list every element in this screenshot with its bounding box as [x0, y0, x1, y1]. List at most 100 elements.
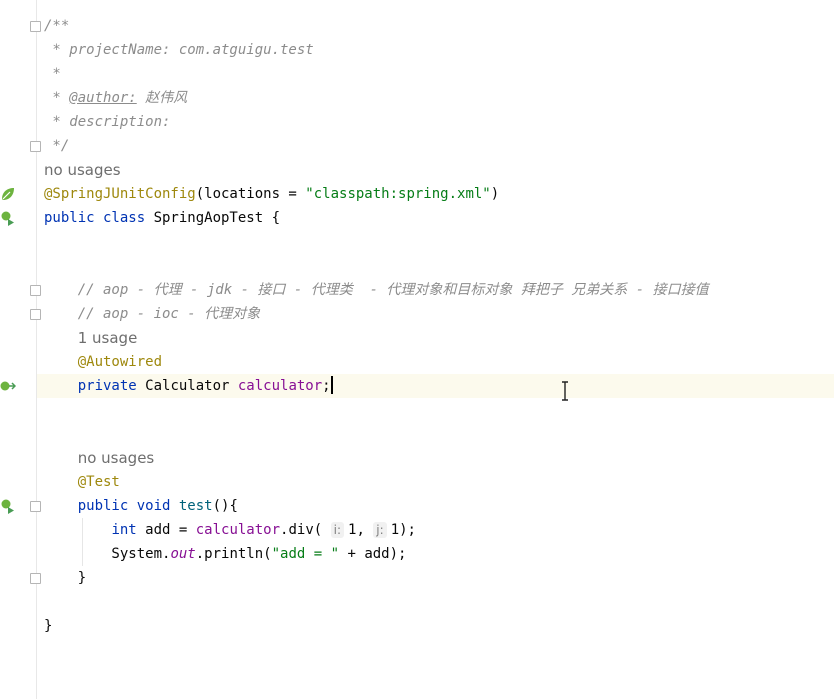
code-line-content: * description:: [44, 110, 170, 134]
code-token: }: [44, 618, 53, 634]
code-line-content: private Calculator calculator;: [44, 374, 333, 398]
code-token: private: [77, 378, 146, 394]
code-line[interactable]: * description:: [37, 110, 834, 134]
code-token: add =: [145, 522, 196, 538]
code-token: 1: [390, 522, 400, 538]
code-line[interactable]: System.out.println("add = " + add);: [37, 542, 834, 566]
code-line-content: public class SpringAopTest {: [44, 206, 280, 230]
code-line-content: no usages: [44, 158, 121, 183]
code-token: @Test: [77, 474, 120, 490]
code-line-content: // aop - 代理 - jdk - 接口 - 代理类 - 代理对象和目标对象…: [44, 278, 709, 302]
code-token: calculator: [195, 522, 281, 538]
code-line[interactable]: public void test(){: [37, 494, 834, 518]
code-token: calculator: [237, 378, 323, 394]
fold-marker-icon[interactable]: [30, 141, 41, 152]
autowired-bean-icon[interactable]: [0, 378, 17, 394]
code-line[interactable]: // aop - 代理 - jdk - 接口 - 代理类 - 代理对象和目标对象…: [37, 278, 834, 302]
code-line-content: 1 usage: [44, 326, 138, 351]
code-token: * projectName: com.atguigu.test: [44, 42, 314, 58]
code-line-content: System.out.println("add = " + add);: [44, 542, 406, 566]
text-caret: [330, 376, 333, 394]
code-token: *: [44, 90, 70, 106]
code-token: // aop - 代理 - jdk - 接口 - 代理类 - 代理对象和目标对象…: [44, 282, 709, 298]
code-line[interactable]: /**: [37, 14, 834, 38]
parameter-name-hint: i:: [330, 522, 344, 538]
code-token: (locations =: [195, 186, 306, 202]
fold-marker-icon[interactable]: [30, 21, 41, 32]
code-token: "add = ": [271, 546, 340, 562]
code-line[interactable]: [37, 254, 834, 278]
code-line-content: int add = calculator.div( i: 1, j: 1);: [44, 518, 416, 542]
run-test-class-icon[interactable]: [0, 210, 16, 226]
code-token: test: [178, 498, 213, 514]
code-token: int: [111, 522, 146, 538]
indent-guide: [81, 518, 83, 566]
fold-marker-icon[interactable]: [30, 309, 41, 320]
code-line[interactable]: }: [37, 614, 834, 638]
code-line[interactable]: *: [37, 62, 834, 86]
code-line[interactable]: */: [37, 134, 834, 158]
code-line[interactable]: no usages: [37, 158, 834, 182]
code-token: );: [399, 522, 416, 538]
code-line[interactable]: [37, 398, 834, 422]
code-line-content: @Autowired: [44, 350, 162, 374]
code-line-content: }: [44, 614, 52, 638]
code-line[interactable]: @Autowired: [37, 350, 834, 374]
editor-gutter[interactable]: [0, 0, 37, 699]
code-line[interactable]: @SpringJUnitConfig(locations = "classpat…: [37, 182, 834, 206]
code-line-content: * @author: 赵伟风: [44, 86, 187, 110]
code-token: Calculator: [145, 378, 238, 394]
code-line[interactable]: int add = calculator.div( i: 1, j: 1);: [37, 518, 834, 542]
code-line[interactable]: * projectName: com.atguigu.test: [37, 38, 834, 62]
code-line-content: * projectName: com.atguigu.test: [44, 38, 314, 62]
code-token: ;: [322, 378, 331, 394]
code-token: .div(: [280, 522, 331, 538]
code-token: .println(: [195, 546, 272, 562]
code-token: @author:: [69, 90, 137, 106]
code-token: */: [44, 138, 70, 154]
code-token: 赵伟风: [136, 90, 188, 106]
code-line[interactable]: no usages: [37, 446, 834, 470]
code-token: System.: [44, 546, 171, 562]
fold-marker-icon[interactable]: [30, 501, 41, 512]
code-line-content: @Test: [44, 470, 120, 494]
code-line-content: *: [44, 62, 61, 86]
code-line-content: */: [44, 134, 69, 158]
usages-inlay-hint[interactable]: 1 usage: [78, 329, 138, 347]
fold-marker-icon[interactable]: [30, 573, 41, 584]
code-token: *: [44, 66, 61, 82]
spring-bean-icon[interactable]: [0, 186, 16, 202]
usages-inlay-hint[interactable]: no usages: [44, 161, 121, 179]
code-editor[interactable]: /** * projectName: com.atguigu.test * * …: [37, 0, 834, 699]
code-token: ): [490, 186, 500, 202]
code-line[interactable]: [37, 590, 834, 614]
code-line[interactable]: * @author: 赵伟风: [37, 86, 834, 110]
code-token: "classpath:spring.xml": [305, 186, 491, 202]
code-line[interactable]: @Test: [37, 470, 834, 494]
code-line[interactable]: [37, 230, 834, 254]
code-line[interactable]: 1 usage: [37, 326, 834, 350]
code-line[interactable]: // aop - ioc - 代理对象: [37, 302, 834, 326]
code-token: @SpringJUnitConfig: [44, 186, 196, 202]
code-line[interactable]: public class SpringAopTest {: [37, 206, 834, 230]
code-token: @Autowired: [77, 354, 163, 370]
code-line-content: @SpringJUnitConfig(locations = "classpat…: [44, 182, 499, 206]
code-line-content: /**: [44, 14, 69, 38]
code-line[interactable]: [37, 422, 834, 446]
text-cursor-icon: [562, 381, 568, 401]
code-token: (){: [212, 498, 238, 514]
code-token: /**: [44, 18, 70, 34]
fold-marker-icon[interactable]: [30, 285, 41, 296]
code-token: // aop - ioc - 代理对象: [44, 306, 261, 322]
code-line[interactable]: private Calculator calculator;: [37, 374, 834, 398]
code-token: * description:: [44, 114, 171, 130]
code-line[interactable]: }: [37, 566, 834, 590]
usages-inlay-hint[interactable]: no usages: [78, 449, 155, 467]
run-test-method-icon[interactable]: [0, 498, 16, 514]
